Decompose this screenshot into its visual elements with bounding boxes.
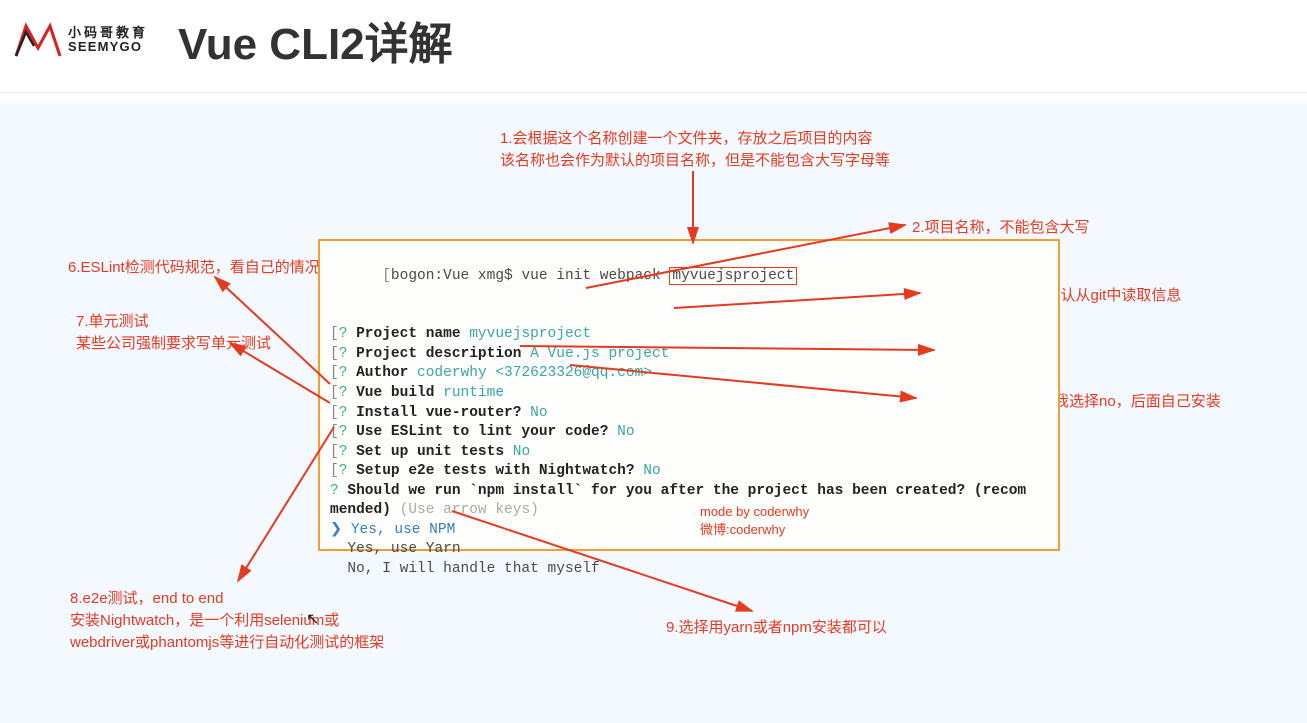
- project-name-box: myvuejsproject: [669, 267, 797, 285]
- annotation-1: 1.会根据这个名称创建一个文件夹，存放之后项目的内容 该名称也会作为默认的项目名…: [500, 128, 890, 172]
- watermark: mode by coderwhy 微博:coderwhy: [700, 503, 809, 539]
- logo-en-text: SEEMYGO: [68, 40, 148, 54]
- annotation-2: 2.项目名称，不能包含大写: [912, 217, 1090, 239]
- page-title: Vue CLI2详解: [178, 8, 453, 72]
- mouse-cursor-icon: ↖: [306, 609, 319, 629]
- content-area: 1.会根据这个名称创建一个文件夹，存放之后项目的内容 该名称也会作为默认的项目名…: [0, 103, 1307, 723]
- m-logo-icon: [12, 20, 64, 60]
- header: 小码哥教育 SEEMYGO Vue CLI2详解: [0, 0, 1307, 93]
- annotation-6: 6.ESLint检测代码规范，看自己的情况: [68, 257, 320, 279]
- logo-cn-text: 小码哥教育: [68, 26, 148, 40]
- annotation-9: 9.选择用yarn或者npm安装都可以: [666, 617, 887, 639]
- terminal-command-line: [bogon:Vue xmg$ vue init webpack myvuejs…: [330, 247, 1048, 306]
- annotation-8: 8.e2e测试，end to end 安装Nightwatch，是一个利用sel…: [70, 588, 384, 653]
- annotation-7: 7.单元测试 某些公司强制要求写单元测试: [76, 311, 271, 355]
- brand-logo: 小码哥教育 SEEMYGO: [12, 20, 148, 60]
- terminal-window: [bogon:Vue xmg$ vue init webpack myvuejs…: [318, 239, 1060, 551]
